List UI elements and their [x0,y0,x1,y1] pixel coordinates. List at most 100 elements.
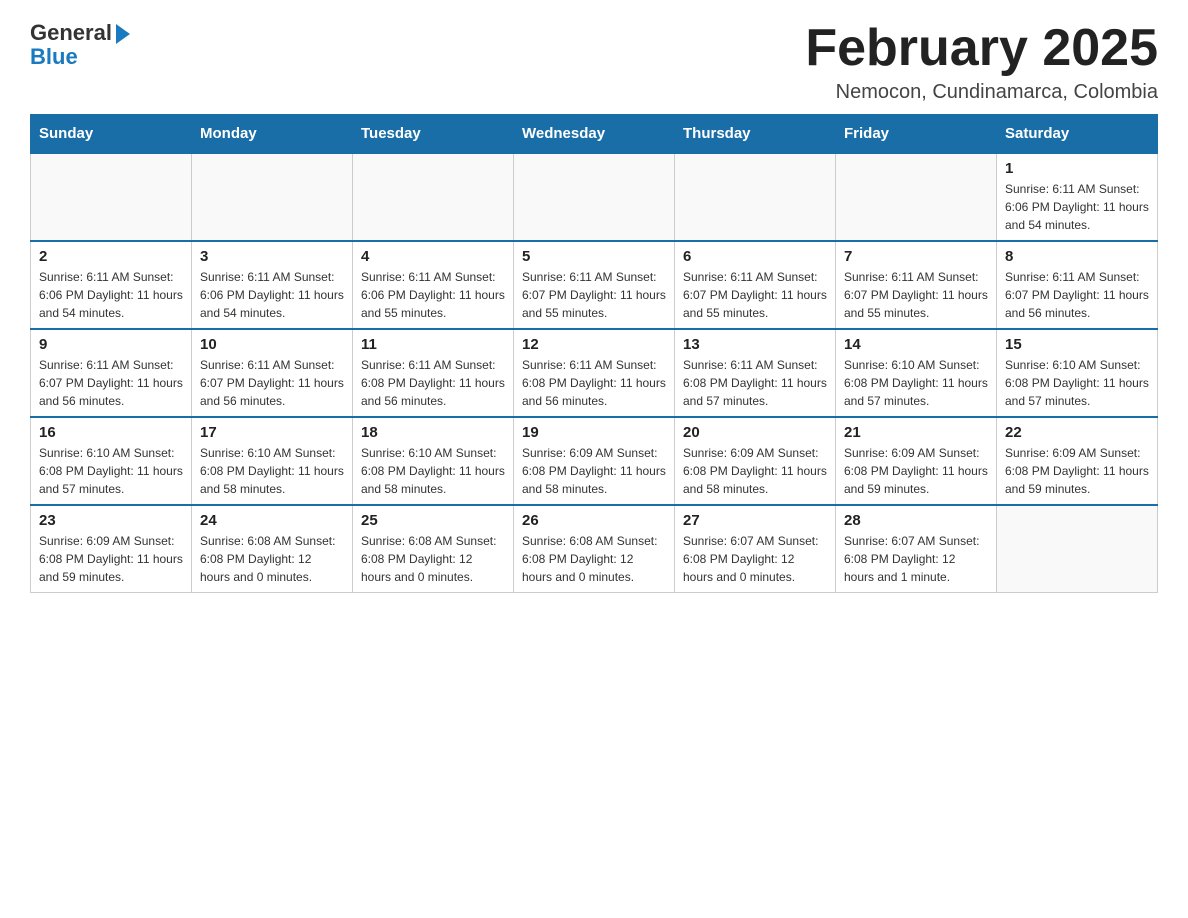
day-number: 13 [683,336,827,353]
day-number: 8 [1005,248,1149,265]
day-info-text: Sunrise: 6:09 AM Sunset: 6:08 PM Dayligh… [1005,444,1149,498]
day-info-text: Sunrise: 6:10 AM Sunset: 6:08 PM Dayligh… [200,444,344,498]
day-info-text: Sunrise: 6:09 AM Sunset: 6:08 PM Dayligh… [39,532,183,586]
calendar-cell: 12 Sunrise: 6:11 AM Sunset: 6:08 PM Dayli… [514,329,675,417]
day-number: 19 [522,424,666,441]
day-info-text: Sunrise: 6:09 AM Sunset: 6:08 PM Dayligh… [844,444,988,498]
location-subtitle: Nemocon, Cundinamarca, Colombia [805,81,1158,104]
calendar-cell: 10Sunrise: 6:11 AM Sunset: 6:07 PM Dayli… [192,329,353,417]
day-number: 27 [683,512,827,529]
day-info-text: Sunrise: 6:10 AM Sunset: 6:08 PM Dayligh… [39,444,183,498]
day-number: 21 [844,424,988,441]
calendar-week-row: 23 Sunrise: 6:09 AM Sunset: 6:08 PM Dayli… [31,505,1158,593]
logo-blue-text: Blue [30,44,78,70]
calendar-cell [675,153,836,241]
day-number: 15 [1005,336,1149,353]
day-info-text: Sunrise: 6:09 AM Sunset: 6:08 PM Dayligh… [683,444,827,498]
day-info-text: Sunrise: 6:11 AM Sunset: 6:06 PM Dayligh… [361,268,505,322]
day-number: 18 [361,424,505,441]
calendar-cell: 27 Sunrise: 6:07 AM Sunset: 6:08 PM Dayli… [675,505,836,593]
day-info-text: Sunrise: 6:08 AM Sunset: 6:08 PM Dayligh… [361,532,505,586]
day-info-text: Sunrise: 6:11 AM Sunset: 6:08 PM Dayligh… [361,356,505,410]
day-number: 7 [844,248,988,265]
calendar-cell [997,505,1158,593]
day-number: 26 [522,512,666,529]
day-number: 4 [361,248,505,265]
day-info-text: Sunrise: 6:10 AM Sunset: 6:08 PM Dayligh… [844,356,988,410]
day-info-text: Sunrise: 6:11 AM Sunset: 6:06 PM Dayligh… [39,268,183,322]
weekday-header-row: SundayMondayTuesdayWednesdayThursdayFrid… [31,115,1158,154]
day-info-text: Sunrise: 6:11 AM Sunset: 6:08 PM Dayligh… [683,356,827,410]
calendar-header: SundayMondayTuesdayWednesdayThursdayFrid… [31,115,1158,154]
day-number: 23 [39,512,183,529]
calendar-cell [514,153,675,241]
calendar-cell: 7 Sunrise: 6:11 AM Sunset: 6:07 PM Daylig… [836,241,997,329]
day-number: 6 [683,248,827,265]
day-number: 12 [522,336,666,353]
day-number: 22 [1005,424,1149,441]
weekday-header-wednesday: Wednesday [514,115,675,154]
day-info-text: Sunrise: 6:08 AM Sunset: 6:08 PM Dayligh… [200,532,344,586]
calendar-cell: 11 Sunrise: 6:11 AM Sunset: 6:08 PM Dayli… [353,329,514,417]
day-info-text: Sunrise: 6:07 AM Sunset: 6:08 PM Dayligh… [683,532,827,586]
calendar-cell: 2 Sunrise: 6:11 AM Sunset: 6:06 PM Daylig… [31,241,192,329]
day-number: 25 [361,512,505,529]
calendar-table: SundayMondayTuesdayWednesdayThursdayFrid… [30,114,1158,593]
weekday-header-monday: Monday [192,115,353,154]
calendar-cell: 1 Sunrise: 6:11 AM Sunset: 6:06 PM Daylig… [997,153,1158,241]
day-info-text: Sunrise: 6:11 AM Sunset: 6:06 PM Dayligh… [1005,180,1149,234]
calendar-cell: 20Sunrise: 6:09 AM Sunset: 6:08 PM Dayli… [675,417,836,505]
logo: General Blue [30,20,130,70]
day-number: 2 [39,248,183,265]
calendar-cell: 21 Sunrise: 6:09 AM Sunset: 6:08 PM Dayli… [836,417,997,505]
calendar-cell: 25 Sunrise: 6:08 AM Sunset: 6:08 PM Dayli… [353,505,514,593]
day-number: 10 [200,336,344,353]
calendar-cell: 18 Sunrise: 6:10 AM Sunset: 6:08 PM Dayli… [353,417,514,505]
calendar-cell: 15 Sunrise: 6:10 AM Sunset: 6:08 PM Dayli… [997,329,1158,417]
month-year-title: February 2025 [805,20,1158,77]
calendar-cell: 8 Sunrise: 6:11 AM Sunset: 6:07 PM Daylig… [997,241,1158,329]
weekday-header-thursday: Thursday [675,115,836,154]
calendar-cell: 19 Sunrise: 6:09 AM Sunset: 6:08 PM Dayli… [514,417,675,505]
calendar-cell [836,153,997,241]
day-number: 11 [361,336,505,353]
title-section: February 2025 Nemocon, Cundinamarca, Col… [805,20,1158,104]
page-header: General Blue February 2025 Nemocon, Cund… [30,20,1158,104]
day-number: 24 [200,512,344,529]
weekday-header-tuesday: Tuesday [353,115,514,154]
day-number: 14 [844,336,988,353]
calendar-cell [31,153,192,241]
day-number: 5 [522,248,666,265]
day-number: 28 [844,512,988,529]
calendar-cell: 4 Sunrise: 6:11 AM Sunset: 6:06 PM Daylig… [353,241,514,329]
day-number: 1 [1005,160,1149,177]
day-number: 17 [200,424,344,441]
day-info-text: Sunrise: 6:11 AM Sunset: 6:07 PM Dayligh… [1005,268,1149,322]
calendar-cell: 3Sunrise: 6:11 AM Sunset: 6:06 PM Daylig… [192,241,353,329]
calendar-cell: 5 Sunrise: 6:11 AM Sunset: 6:07 PM Daylig… [514,241,675,329]
day-info-text: Sunrise: 6:09 AM Sunset: 6:08 PM Dayligh… [522,444,666,498]
day-info-text: Sunrise: 6:11 AM Sunset: 6:07 PM Dayligh… [39,356,183,410]
weekday-header-saturday: Saturday [997,115,1158,154]
calendar-cell: 26Sunrise: 6:08 AM Sunset: 6:08 PM Dayli… [514,505,675,593]
calendar-cell: 24 Sunrise: 6:08 AM Sunset: 6:08 PM Dayli… [192,505,353,593]
day-info-text: Sunrise: 6:11 AM Sunset: 6:07 PM Dayligh… [844,268,988,322]
calendar-cell: 6Sunrise: 6:11 AM Sunset: 6:07 PM Daylig… [675,241,836,329]
logo-general-text: General [30,20,112,46]
day-number: 9 [39,336,183,353]
calendar-body: 1 Sunrise: 6:11 AM Sunset: 6:06 PM Daylig… [31,153,1158,593]
calendar-week-row: 1 Sunrise: 6:11 AM Sunset: 6:06 PM Daylig… [31,153,1158,241]
day-info-text: Sunrise: 6:10 AM Sunset: 6:08 PM Dayligh… [1005,356,1149,410]
day-number: 3 [200,248,344,265]
calendar-week-row: 16 Sunrise: 6:10 AM Sunset: 6:08 PM Dayli… [31,417,1158,505]
calendar-cell [353,153,514,241]
calendar-cell: 17 Sunrise: 6:10 AM Sunset: 6:08 PM Dayli… [192,417,353,505]
day-info-text: Sunrise: 6:11 AM Sunset: 6:08 PM Dayligh… [522,356,666,410]
day-info-text: Sunrise: 6:10 AM Sunset: 6:08 PM Dayligh… [361,444,505,498]
calendar-cell: 23 Sunrise: 6:09 AM Sunset: 6:08 PM Dayli… [31,505,192,593]
day-info-text: Sunrise: 6:11 AM Sunset: 6:07 PM Dayligh… [522,268,666,322]
weekday-header-sunday: Sunday [31,115,192,154]
calendar-week-row: 2 Sunrise: 6:11 AM Sunset: 6:06 PM Daylig… [31,241,1158,329]
calendar-cell [192,153,353,241]
day-number: 16 [39,424,183,441]
